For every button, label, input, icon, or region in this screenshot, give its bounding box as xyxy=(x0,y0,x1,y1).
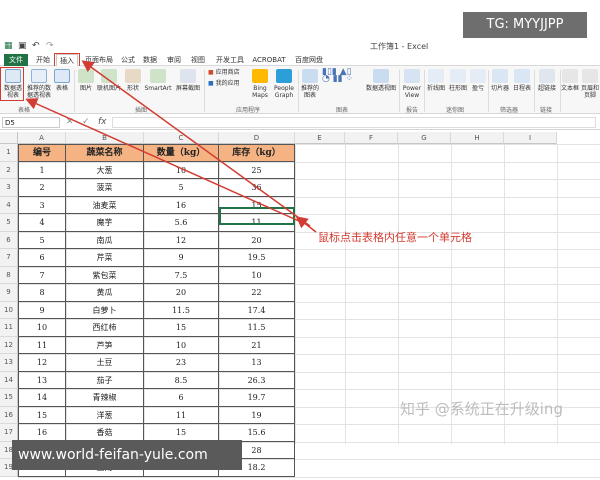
callout-text: 鼠标点击表格内任意一个单元格 xyxy=(318,231,472,244)
website-watermark: www.world-feifan-yule.com xyxy=(12,440,242,470)
arrow-to-cell xyxy=(295,216,317,233)
arrow-to-insert-tab xyxy=(81,60,311,227)
arrow-to-pivot-table xyxy=(25,98,311,227)
zhihu-watermark: 知乎 @系统正在升级ing xyxy=(400,400,563,418)
